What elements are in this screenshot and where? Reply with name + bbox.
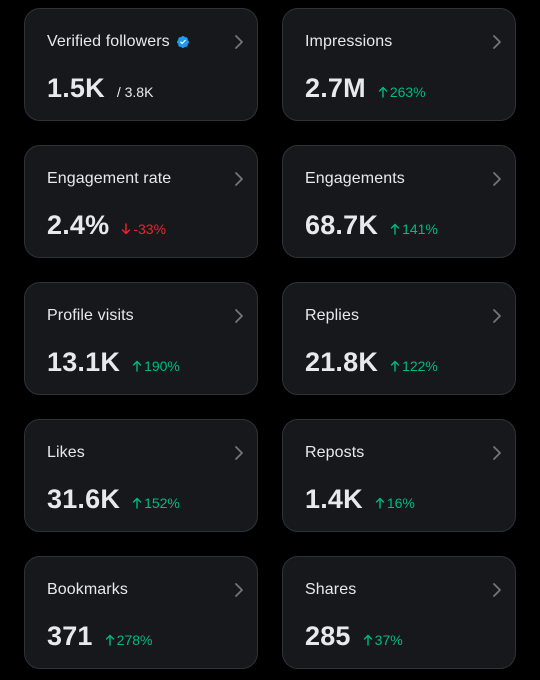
card-title-label: Reposts <box>305 444 365 461</box>
card-title: Profile visits <box>47 307 134 325</box>
value-row: 2.7M 263% <box>305 73 426 104</box>
metric-change-value: 16% <box>386 495 415 511</box>
arrow-up-icon <box>390 223 400 235</box>
verified-badge-icon <box>176 36 189 48</box>
chevron-right-icon <box>235 583 243 597</box>
value-row: 21.8K 122% <box>305 347 438 378</box>
metric-value: 68.7K <box>305 210 379 240</box>
card-title-label: Impressions <box>305 33 393 50</box>
metric-value: 371 <box>47 621 93 651</box>
metric-change-value: 122% <box>402 358 438 374</box>
arrow-up-icon <box>105 634 114 646</box>
card-engagements[interactable]: Engagements 68.7K 141% <box>282 145 516 258</box>
card-title: Engagement rate <box>47 170 171 188</box>
card-likes[interactable]: Likes 31.6K 152% <box>24 419 258 532</box>
arrow-up-icon <box>390 360 400 372</box>
chevron-right-icon <box>235 309 243 323</box>
card-profile-visits[interactable]: Profile visits 13.1K 190% <box>24 282 258 395</box>
card-title: Impressions <box>305 33 392 51</box>
card-verified-followers[interactable]: Verified followers 1.5K / 3.8K <box>24 8 258 121</box>
card-title-label: Engagements <box>305 170 405 187</box>
metric-change: 37% <box>363 632 403 648</box>
arrow-up-icon <box>378 86 388 98</box>
metric-change: 122% <box>390 358 438 374</box>
card-engagement-rate[interactable]: Engagement rate 2.4% -33% <box>24 145 258 258</box>
metric-change-value: 190% <box>144 358 180 374</box>
metric-change: 141% <box>390 221 438 237</box>
card-impressions[interactable]: Impressions 2.7M 263% <box>282 8 516 121</box>
value-row: 2.4% -33% <box>47 210 166 241</box>
value-row: 13.1K 190% <box>47 347 180 378</box>
arrow-up-icon <box>375 497 385 509</box>
card-shares[interactable]: Shares 285 37% <box>282 556 516 669</box>
card-title: Engagements <box>305 170 405 188</box>
value-row: 1.4K 16% <box>305 484 415 515</box>
card-reposts[interactable]: Reposts 1.4K 16% <box>282 419 516 532</box>
card-replies[interactable]: Replies 21.8K 122% <box>282 282 516 395</box>
chevron-right-icon <box>493 309 501 323</box>
metric-value: 2.4% <box>47 210 110 240</box>
value-row: 285 37% <box>305 621 403 652</box>
metric-total: / 3.8K <box>116 84 154 100</box>
card-title-label: Profile visits <box>47 307 134 324</box>
card-title-label: Bookmarks <box>47 581 128 598</box>
card-title: Reposts <box>305 444 364 462</box>
value-row: 1.5K / 3.8K <box>47 73 153 104</box>
metric-value: 1.4K <box>305 484 363 514</box>
metric-change-value: 263% <box>389 84 426 100</box>
card-title-label: Replies <box>305 307 360 324</box>
card-title-label: Likes <box>47 444 85 461</box>
value-row: 31.6K 152% <box>47 484 180 515</box>
value-row: 371 278% <box>47 621 152 652</box>
arrow-down-icon <box>122 223 131 235</box>
metric-change: 190% <box>132 358 180 374</box>
metric-change: -33% <box>121 221 166 237</box>
metric-value: 285 <box>305 621 351 651</box>
chevron-right-icon <box>493 446 501 460</box>
metric-value: 21.8K <box>305 347 379 377</box>
value-row: 68.7K 141% <box>305 210 438 241</box>
metric-change: 152% <box>132 495 180 511</box>
arrow-up-icon <box>132 497 142 509</box>
metric-value: 2.7M <box>305 73 366 103</box>
metric-change-value: 278% <box>116 632 153 648</box>
card-title-label: Shares <box>305 581 357 598</box>
card-title: Verified followers <box>47 33 190 51</box>
metric-value: 1.5K <box>47 73 105 103</box>
card-bookmarks[interactable]: Bookmarks 371 278% <box>24 556 258 669</box>
metric-change-value: 141% <box>402 221 438 237</box>
chevron-right-icon <box>235 172 243 186</box>
metric-change: 278% <box>105 632 153 648</box>
arrow-up-icon <box>363 634 372 646</box>
card-title: Bookmarks <box>47 581 128 599</box>
metric-change-value: 152% <box>144 495 180 511</box>
metric-change-value: -33% <box>133 221 167 237</box>
card-title-label: Verified followers <box>47 33 170 50</box>
card-title-label: Engagement rate <box>47 170 172 187</box>
chevron-right-icon <box>235 446 243 460</box>
chevron-right-icon <box>493 583 501 597</box>
metric-change: 263% <box>378 84 426 100</box>
analytics-grid: Verified followers 1.5K / 3.8K Impressio… <box>24 8 516 669</box>
card-title: Replies <box>305 307 359 325</box>
chevron-right-icon <box>493 172 501 186</box>
card-title: Likes <box>47 444 85 462</box>
chevron-right-icon <box>493 35 501 49</box>
metric-value: 13.1K <box>47 347 121 377</box>
metric-change: 16% <box>375 495 415 511</box>
metric-change-value: 37% <box>374 632 403 648</box>
card-title: Shares <box>305 581 356 599</box>
arrow-up-icon <box>132 360 142 372</box>
chevron-right-icon <box>235 35 243 49</box>
metric-value: 31.6K <box>47 484 121 514</box>
